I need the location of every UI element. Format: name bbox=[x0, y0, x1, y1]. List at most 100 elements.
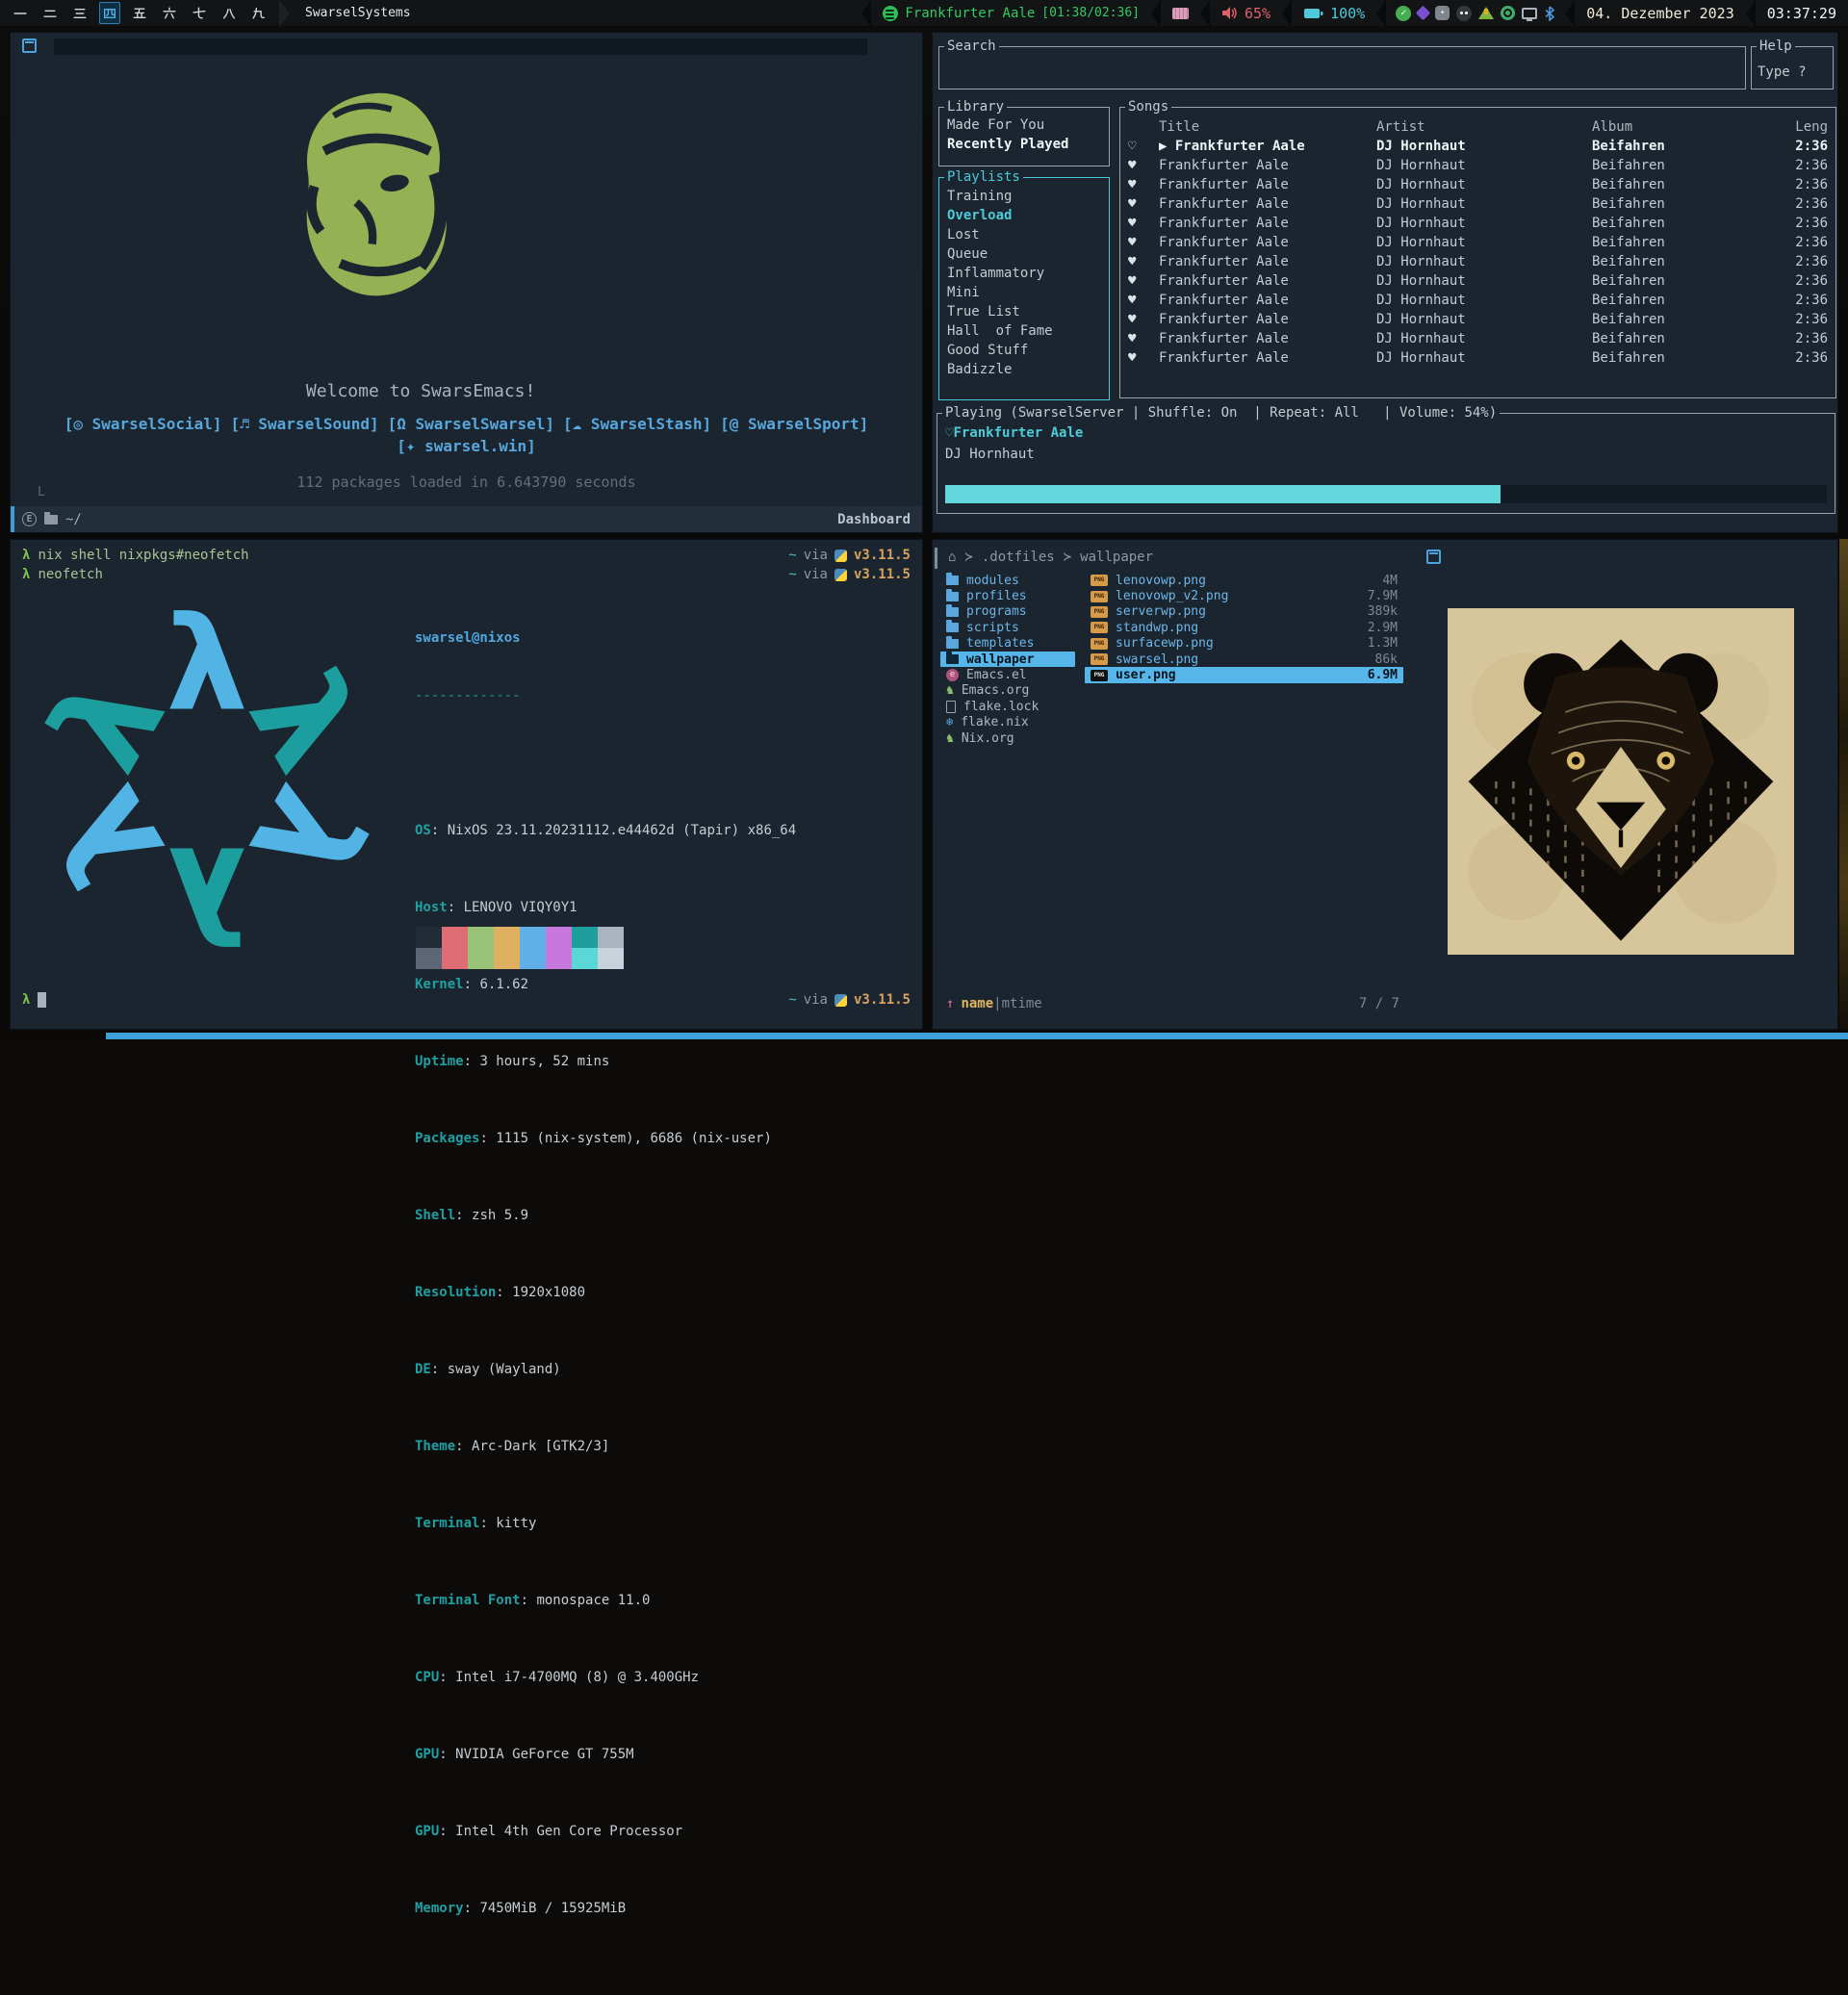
shell-prompt[interactable]: λ bbox=[22, 992, 46, 1008]
song-row[interactable]: ♥ Frankfurter Aale DJ Hornhaut Beifahren… bbox=[1120, 271, 1835, 291]
dashboard-link[interactable]: [♬ SwarselSound] bbox=[231, 415, 379, 433]
heart-icon[interactable]: ♥ bbox=[1128, 252, 1159, 271]
workspace-5[interactable] bbox=[129, 2, 150, 24]
tree-item[interactable]: profiles bbox=[940, 588, 1075, 603]
neofetch-fields: OS: NixOS 23.11.20231112.e44462d (Tapir)… bbox=[415, 744, 796, 1957]
tree-item[interactable]: flake.nix bbox=[940, 715, 1075, 730]
song-row[interactable]: ♥ Frankfurter Aale DJ Hornhaut Beifahren… bbox=[1120, 329, 1835, 348]
breadcrumb-segment[interactable]: ≻ bbox=[1064, 550, 1071, 565]
breadcrumb-segment[interactable]: ≻ bbox=[964, 550, 972, 565]
display-icon[interactable] bbox=[1522, 8, 1537, 19]
playlist-item[interactable]: Hall of Fame bbox=[947, 321, 1101, 341]
playlist-item[interactable]: Overload bbox=[947, 206, 1101, 225]
dashboard-link[interactable]: [◎ SwarselSocial] bbox=[64, 415, 222, 433]
file-row[interactable]: surfacewp.png 1.3M bbox=[1085, 636, 1403, 652]
breadcrumb-segment[interactable]: wallpaper bbox=[1080, 550, 1153, 565]
heart-icon[interactable]: ♥ bbox=[1128, 175, 1159, 194]
song-row[interactable]: ♥ Frankfurter Aale DJ Hornhaut Beifahren… bbox=[1120, 310, 1835, 329]
workspace-9[interactable] bbox=[248, 2, 270, 24]
sort-field[interactable]: name bbox=[961, 996, 993, 1011]
file-row[interactable]: lenovowp_v2.png 7.9M bbox=[1085, 588, 1403, 603]
song-row[interactable]: ♥ Frankfurter Aale DJ Hornhaut Beifahren… bbox=[1120, 194, 1835, 214]
song-row[interactable]: ♥ Frankfurter Aale DJ Hornhaut Beifahren… bbox=[1120, 291, 1835, 310]
updates-ok-icon[interactable]: ✓ bbox=[1396, 6, 1411, 21]
song-row[interactable]: ♥ Frankfurter Aale DJ Hornhaut Beifahren… bbox=[1120, 156, 1835, 175]
workspace-3[interactable] bbox=[69, 2, 90, 24]
library-item[interactable]: Made For You bbox=[947, 115, 1101, 135]
volume-module[interactable]: 65% bbox=[1210, 0, 1282, 26]
breadcrumb-segment[interactable]: .dotfiles bbox=[982, 550, 1055, 565]
music-player-window: Search Help Type ? Library Made For YouR… bbox=[932, 32, 1838, 533]
song-row[interactable]: ♥ Frankfurter Aale DJ Hornhaut Beifahren… bbox=[1120, 252, 1835, 271]
tree-item[interactable]: flake.lock bbox=[940, 699, 1075, 714]
tree-item[interactable]: Emacs.el bbox=[940, 667, 1075, 682]
sort-direction-icon[interactable]: ↑ bbox=[946, 996, 954, 1011]
song-row[interactable]: ♥ Frankfurter Aale DJ Hornhaut Beifahren… bbox=[1120, 214, 1835, 233]
heart-icon[interactable]: ♥ bbox=[1128, 271, 1159, 291]
breadcrumb-segment[interactable]: ⌂ bbox=[948, 550, 956, 565]
dashboard-link[interactable]: [Ω SwarselSwarsel] bbox=[388, 415, 554, 433]
dashboard-link[interactable]: [☁ SwarselStash] bbox=[563, 415, 711, 433]
battery-module[interactable]: 100% bbox=[1292, 0, 1376, 26]
playlist-item[interactable]: Lost bbox=[947, 225, 1101, 244]
keyboard-module[interactable] bbox=[1161, 0, 1200, 26]
song-title: Frankfurter Aale bbox=[1159, 291, 1376, 310]
discord-icon[interactable] bbox=[1456, 6, 1472, 21]
heart-icon[interactable]: ♥ bbox=[1128, 233, 1159, 252]
file-row[interactable]: swarsel.png 86k bbox=[1085, 652, 1403, 667]
tree-item[interactable]: Emacs.org bbox=[940, 683, 1075, 699]
playlist-item[interactable]: True List bbox=[947, 302, 1101, 321]
dashboard-link[interactable]: [@ SwarselSport] bbox=[720, 415, 868, 433]
syncthing-icon[interactable] bbox=[1501, 6, 1515, 20]
scrollbar-thumb[interactable] bbox=[935, 548, 937, 569]
gem-app-icon[interactable] bbox=[1416, 6, 1431, 21]
tree-item[interactable]: programs bbox=[940, 604, 1075, 620]
swarsel-win-link[interactable]: [✦ swarsel.win] bbox=[397, 437, 536, 455]
vpn-turtle-icon[interactable] bbox=[1478, 7, 1494, 19]
library-item[interactable]: Recently Played bbox=[947, 135, 1101, 154]
heart-icon[interactable]: ♥ bbox=[1128, 310, 1159, 329]
heart-icon[interactable]: ♥ bbox=[1128, 329, 1159, 348]
workspace-7[interactable] bbox=[189, 2, 210, 24]
tree-item[interactable]: templates bbox=[940, 636, 1075, 652]
tree-item[interactable]: Nix.org bbox=[940, 730, 1075, 746]
heart-icon[interactable]: ♥ bbox=[1128, 156, 1159, 175]
prompt-symbol: λ bbox=[22, 567, 30, 582]
search-input[interactable] bbox=[939, 47, 1745, 89]
workspace-1[interactable] bbox=[10, 2, 31, 24]
workspace-2[interactable] bbox=[39, 2, 61, 24]
file-row[interactable]: standwp.png 2.9M bbox=[1085, 620, 1403, 635]
heart-icon[interactable]: ♥ bbox=[1128, 348, 1159, 368]
tree-item[interactable]: modules bbox=[940, 573, 1075, 588]
heart-icon[interactable]: ♥ bbox=[1128, 291, 1159, 310]
song-row[interactable]: ♥ Frankfurter Aale DJ Hornhaut Beifahren… bbox=[1120, 175, 1835, 194]
workspace-8[interactable] bbox=[218, 2, 240, 24]
workspace-6[interactable] bbox=[159, 2, 180, 24]
progress-track[interactable] bbox=[945, 485, 1827, 503]
playlist-item[interactable]: Training bbox=[947, 187, 1101, 206]
command-text: nix shell nixpkgs#neofetch bbox=[38, 548, 248, 563]
sort-alt-field[interactable]: mtime bbox=[1002, 996, 1042, 1011]
playlist-item[interactable]: Good Stuff bbox=[947, 341, 1101, 360]
song-row[interactable]: ♥ Frankfurter Aale DJ Hornhaut Beifahren… bbox=[1120, 348, 1835, 368]
heart-icon[interactable]: ♥ bbox=[1128, 214, 1159, 233]
file-row[interactable]: user.png 6.9M bbox=[1085, 667, 1403, 682]
playlist-item[interactable]: Inflammatory bbox=[947, 264, 1101, 283]
swarsel-face-logo bbox=[279, 83, 472, 325]
song-row[interactable]: ♡ ▶ Frankfurter Aale DJ Hornhaut Beifahr… bbox=[1120, 137, 1835, 156]
steam-icon[interactable]: ✦ bbox=[1435, 6, 1450, 20]
heart-icon[interactable]: ♡ bbox=[1128, 137, 1159, 156]
bluetooth-icon[interactable] bbox=[1544, 5, 1555, 21]
playlist-item[interactable]: Mini bbox=[947, 283, 1101, 302]
heart-icon[interactable]: ♥ bbox=[1128, 194, 1159, 214]
tree-item[interactable]: scripts bbox=[940, 620, 1075, 635]
spotify-module[interactable]: Frankfurter Aale [01:38/02:36] bbox=[871, 0, 1151, 26]
file-row[interactable]: serverwp.png 389k bbox=[1085, 604, 1403, 620]
tree-item[interactable]: wallpaper bbox=[940, 652, 1075, 667]
song-row[interactable]: ♥ Frankfurter Aale DJ Hornhaut Beifahren… bbox=[1120, 233, 1835, 252]
file-row[interactable]: lenovowp.png 4M bbox=[1085, 573, 1403, 588]
workspace-4-active[interactable] bbox=[99, 2, 120, 24]
emacs-tab-bar[interactable] bbox=[54, 38, 867, 55]
playlist-item[interactable]: Queue bbox=[947, 244, 1101, 264]
playlist-item[interactable]: Badizzle bbox=[947, 360, 1101, 379]
